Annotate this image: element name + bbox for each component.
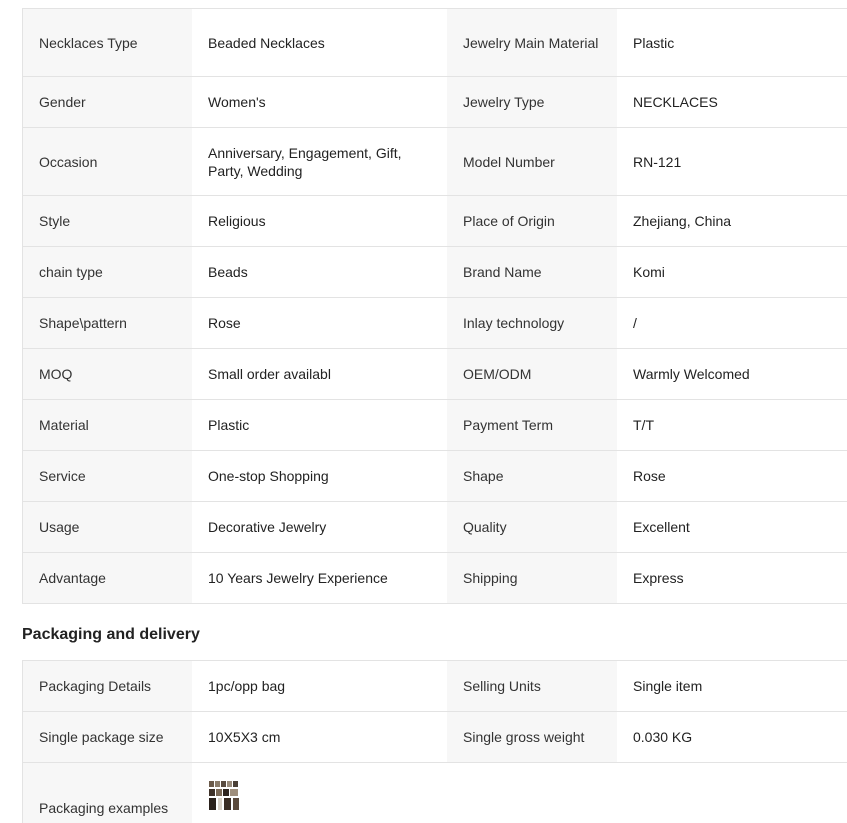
attr-key: Brand Name bbox=[447, 247, 617, 297]
attr-key: Usage bbox=[23, 502, 192, 552]
attr-value: One-stop Shopping bbox=[192, 451, 447, 501]
attr-key: Inlay technology bbox=[447, 298, 617, 348]
attr-key: Single package size bbox=[23, 712, 192, 762]
table-row: Usage Decorative Jewelry Quality Excelle… bbox=[23, 502, 847, 553]
table-row: chain type Beads Brand Name Komi bbox=[23, 247, 847, 298]
attr-value: Komi bbox=[617, 247, 847, 297]
attr-key: Shape bbox=[447, 451, 617, 501]
empty-cell bbox=[447, 763, 617, 823]
table-row: MOQ Small order availabl OEM/ODM Warmly … bbox=[23, 349, 847, 400]
attr-value: NECKLACES bbox=[617, 77, 847, 127]
attr-key: Selling Units bbox=[447, 661, 617, 711]
table-row: Service One-stop Shopping Shape Rose bbox=[23, 451, 847, 502]
attr-value: Rose bbox=[617, 451, 847, 501]
table-row: Style Religious Place of Origin Zhejiang… bbox=[23, 196, 847, 247]
attr-key: Service bbox=[23, 451, 192, 501]
attr-value: RN-121 bbox=[617, 128, 847, 195]
attr-key: Quality bbox=[447, 502, 617, 552]
attr-value: Women's bbox=[192, 77, 447, 127]
attr-key: Material bbox=[23, 400, 192, 450]
attr-value: Warmly Welcomed bbox=[617, 349, 847, 399]
attr-key: Gender bbox=[23, 77, 192, 127]
table-row: Packaging Details 1pc/opp bag Selling Un… bbox=[23, 661, 847, 712]
attr-value: Anniversary, Engagement, Gift, Party, We… bbox=[192, 128, 447, 195]
attr-key: Payment Term bbox=[447, 400, 617, 450]
table-row: Occasion Anniversary, Engagement, Gift, … bbox=[23, 128, 847, 196]
packaging-examples-cell bbox=[192, 763, 447, 823]
attr-key: MOQ bbox=[23, 349, 192, 399]
table-row: Shape\pattern Rose Inlay technology / bbox=[23, 298, 847, 349]
attr-value: Small order availabl bbox=[192, 349, 447, 399]
attr-value: T/T bbox=[617, 400, 847, 450]
attributes-table: Necklaces Type Beaded Necklaces Jewelry … bbox=[22, 8, 847, 604]
attr-value: Plastic bbox=[617, 9, 847, 76]
table-row: Single package size 10X5X3 cm Single gro… bbox=[23, 712, 847, 763]
attr-key: chain type bbox=[23, 247, 192, 297]
attr-key: Single gross weight bbox=[447, 712, 617, 762]
table-row: Packaging examples bbox=[23, 763, 847, 823]
attr-value: 0.030 KG bbox=[617, 712, 847, 762]
attr-key: Style bbox=[23, 196, 192, 246]
attr-key: Model Number bbox=[447, 128, 617, 195]
table-row: Material Plastic Payment Term T/T bbox=[23, 400, 847, 451]
attr-value: Beaded Necklaces bbox=[192, 9, 447, 76]
attr-value: / bbox=[617, 298, 847, 348]
packaging-section-title: Packaging and delivery bbox=[22, 626, 200, 643]
attr-value: 10X5X3 cm bbox=[192, 712, 447, 762]
packaging-table: Packaging Details 1pc/opp bag Selling Un… bbox=[22, 660, 847, 823]
attr-value: Zhejiang, China bbox=[617, 196, 847, 246]
attr-key: Packaging Details bbox=[23, 661, 192, 711]
table-row: Advantage 10 Years Jewelry Experience Sh… bbox=[23, 553, 847, 604]
attr-value: Excellent bbox=[617, 502, 847, 552]
table-row: Necklaces Type Beaded Necklaces Jewelry … bbox=[23, 9, 847, 77]
attr-value: Express bbox=[617, 553, 847, 603]
attr-value: Single item bbox=[617, 661, 847, 711]
attr-value: 1pc/opp bag bbox=[192, 661, 447, 711]
attr-key: Jewelry Type bbox=[447, 77, 617, 127]
attr-value: Religious bbox=[192, 196, 447, 246]
empty-cell bbox=[617, 763, 847, 823]
attr-value: Plastic bbox=[192, 400, 447, 450]
attr-value: Rose bbox=[192, 298, 447, 348]
attr-key: Advantage bbox=[23, 553, 192, 603]
attr-value: Beads bbox=[192, 247, 447, 297]
attr-key: Packaging examples bbox=[23, 763, 192, 823]
attr-key: Necklaces Type bbox=[23, 9, 192, 76]
attr-key: Shape\pattern bbox=[23, 298, 192, 348]
attr-key: Shipping bbox=[447, 553, 617, 603]
attr-value: 10 Years Jewelry Experience bbox=[192, 553, 447, 603]
attr-key: Occasion bbox=[23, 128, 192, 195]
attr-key: OEM/ODM bbox=[447, 349, 617, 399]
attr-key: Jewelry Main Material bbox=[447, 9, 617, 76]
attr-value: Decorative Jewelry bbox=[192, 502, 447, 552]
packaging-example-thumbnail[interactable] bbox=[208, 779, 240, 811]
table-row: Gender Women's Jewelry Type NECKLACES bbox=[23, 77, 847, 128]
attr-key: Place of Origin bbox=[447, 196, 617, 246]
